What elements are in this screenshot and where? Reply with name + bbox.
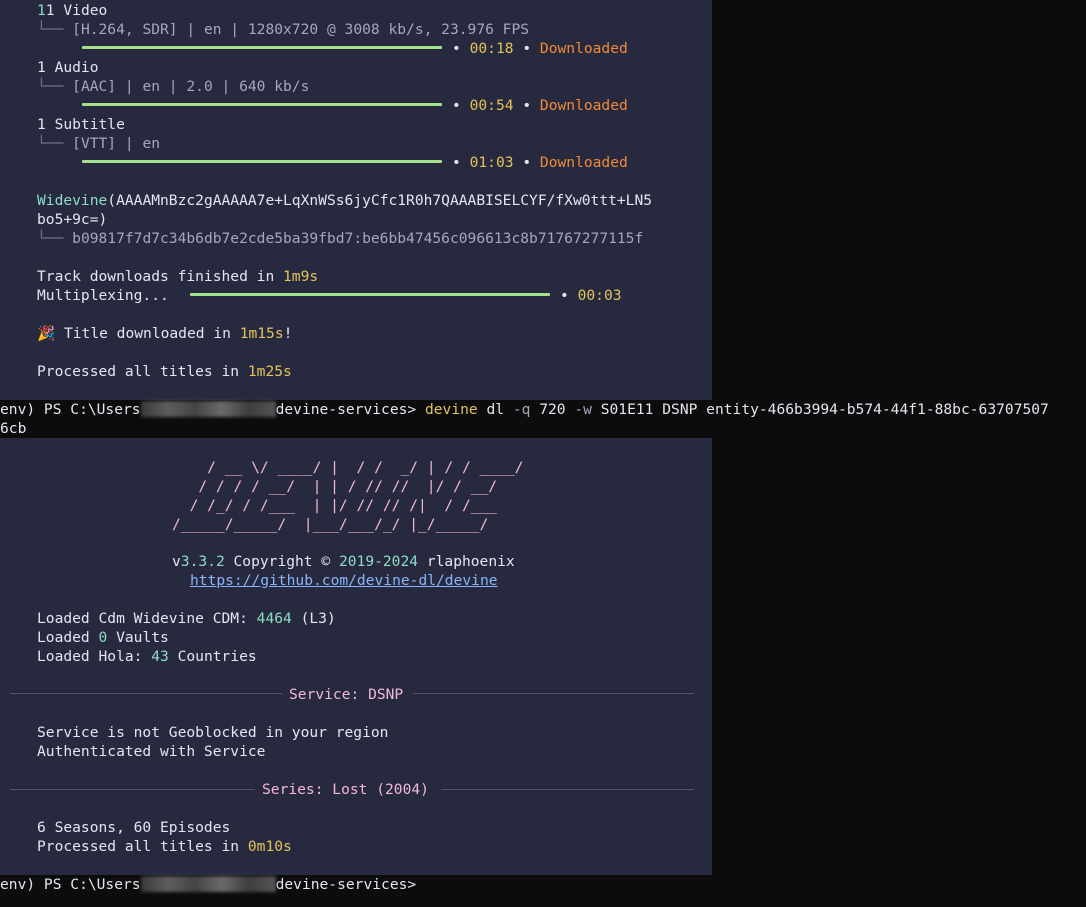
widevine-key: └── b09817f7d7c34b6db7e2cde5ba39fbd7:be6… [37,230,644,247]
command-prompt[interactable]: env) PS C:\Users devine-services> devine … [0,400,1049,419]
video-track-detail: └── [H.264, SDR] | en | 1280x720 @ 3008 … [37,21,530,38]
command-wrap: 6cb [0,420,27,437]
title-downloaded: 🎉 Title downloaded in 1m15s! [37,325,293,342]
redacted-username [140,401,276,417]
loaded-cdm: Loaded Cdm Widevine CDM: 4464 (L3) [37,610,336,627]
series-rule-right [441,789,694,790]
version-copyright: v3.3.2 Copyright © 2019-2024 rlaphoenix [172,553,515,570]
audio-track-heading: 1 Audio [37,59,99,76]
service-rule-left [10,693,282,694]
video-track-heading: 11 Video [37,2,108,19]
subtitle-progress-bar [82,160,442,163]
audio-progress-bar [82,103,442,106]
audio-track-detail: └── [AAC] | en | 2.0 | 640 kb/s [37,78,310,95]
track-downloads-finished: Track downloads finished in 1m9s [37,268,319,285]
geoblock-status: Service is not Geoblocked in your region [37,724,389,741]
processed-all-titles: Processed all titles in 1m25s [37,363,292,380]
service-rule-right [413,693,694,694]
processed-all-titles-2: Processed all titles in 0m10s [37,838,292,855]
seasons-episodes: 6 Seasons, 60 Episodes [37,819,231,836]
loaded-vaults: Loaded 0 Vaults [37,629,169,646]
video-progress-status: • 00:18 • Downloaded [452,40,628,57]
command-name: devine [424,401,478,418]
service-heading: Service: DSNP [289,686,404,703]
video-progress-bar [82,46,442,49]
devine-ascii-logo: / __ \/ ____/ | / / _/ | / / ____/ / / /… [172,459,524,533]
multiplexing-label: Multiplexing... [37,287,169,304]
github-link[interactable]: https://github.com/devine-dl/devine [190,571,498,590]
auth-status: Authenticated with Service [37,743,266,760]
series-rule-left [10,789,255,790]
party-popper-icon: 🎉 [37,325,56,342]
widevine-pssh: Widevine(AAAAMnBzc2gAAAAA7e+LqXnWSs6jyCf… [37,192,653,209]
series-heading: Series: Lost (2004) [262,781,429,798]
subtitle-track-detail: └── [VTT] | en [37,135,161,152]
subtitle-progress-status: • 01:03 • Downloaded [452,154,628,171]
multiplexing-progress-bar [190,293,550,296]
redacted-username-2 [140,876,276,892]
loaded-hola: Loaded Hola: 43 Countries [37,648,257,665]
multiplexing-status: • 00:03 [560,287,622,304]
audio-progress-status: • 00:54 • Downloaded [452,97,628,114]
subtitle-track-heading: 1 Subtitle [37,116,125,133]
command-prompt-2[interactable]: env) PS C:\Users devine-services> [0,875,425,894]
widevine-pssh-wrap: bo5+9c=) [37,211,108,228]
